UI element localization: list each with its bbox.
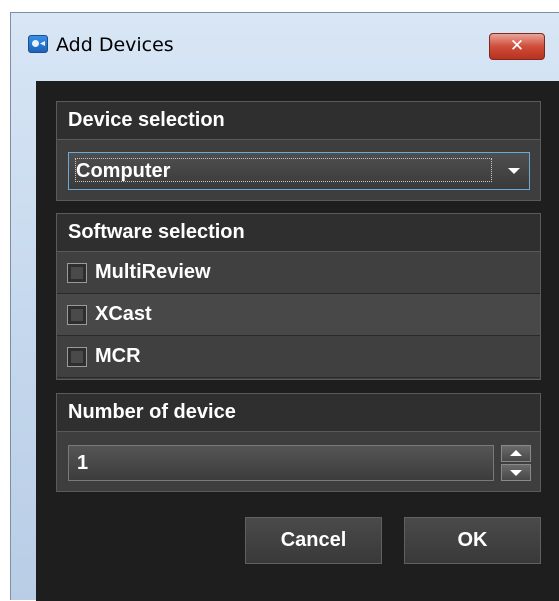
device-selection-group: Device selection Computer bbox=[56, 101, 541, 201]
device-select-value: Computer bbox=[76, 160, 171, 182]
increment-arrow-icon[interactable] bbox=[501, 445, 531, 462]
software-item-mcr[interactable]: MCR bbox=[57, 336, 540, 378]
xcast-checkbox[interactable] bbox=[67, 305, 87, 325]
dialog-body: Device selection Computer Software selec… bbox=[36, 81, 559, 601]
software-item-multireview[interactable]: MultiReview bbox=[57, 252, 540, 294]
software-selection-group: Software selection MultiReview XCast MCR bbox=[56, 213, 541, 380]
device-count-input[interactable]: 1 bbox=[68, 445, 494, 481]
multireview-checkbox[interactable] bbox=[67, 263, 87, 283]
ok-button[interactable]: OK bbox=[404, 517, 541, 564]
close-button[interactable]: ✕ bbox=[489, 33, 545, 60]
software-item-xcast[interactable]: XCast bbox=[57, 294, 540, 336]
mcr-checkbox[interactable] bbox=[67, 347, 87, 367]
app-camera-icon bbox=[28, 35, 48, 53]
software-item-label: XCast bbox=[95, 303, 152, 325]
software-item-label: MultiReview bbox=[95, 261, 211, 283]
software-selection-header: Software selection bbox=[57, 214, 540, 252]
device-selection-header: Device selection bbox=[57, 102, 540, 140]
chevron-down-icon[interactable] bbox=[508, 168, 520, 174]
software-item-label: MCR bbox=[95, 345, 141, 367]
title-bar[interactable]: Add Devices ✕ bbox=[11, 13, 559, 71]
number-of-device-group: Number of device 1 bbox=[56, 393, 541, 492]
add-devices-window: Add Devices ✕ Device selection Computer … bbox=[10, 12, 559, 601]
decrement-arrow-icon[interactable] bbox=[501, 464, 531, 481]
cancel-button[interactable]: Cancel bbox=[245, 517, 382, 564]
number-of-device-header: Number of device bbox=[57, 394, 540, 432]
device-select-dropdown[interactable]: Computer bbox=[68, 152, 530, 190]
window-title: Add Devices bbox=[56, 34, 174, 56]
